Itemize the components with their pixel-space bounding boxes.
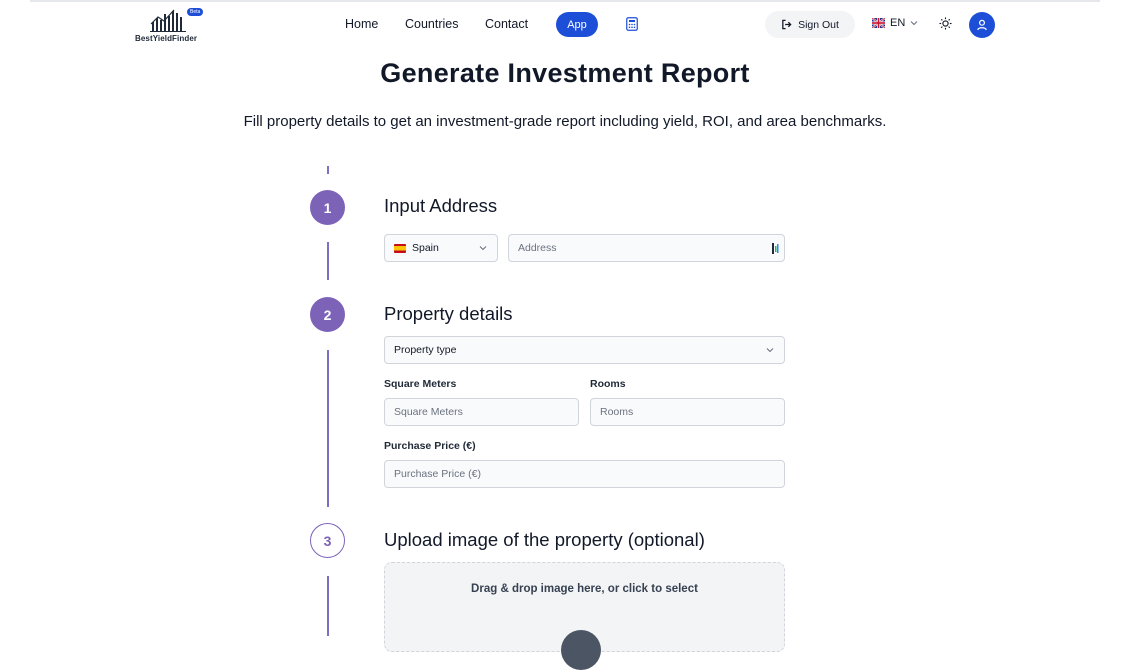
rooms-label: Rooms <box>590 378 626 390</box>
uk-flag-icon <box>872 18 885 28</box>
logo[interactable]: Beta BestYieldFinder <box>135 8 215 44</box>
chevron-down-icon <box>910 21 918 26</box>
sign-out-button[interactable]: Sign Out <box>765 11 855 38</box>
nav-contact[interactable]: Contact <box>485 17 528 31</box>
sun-icon[interactable] <box>939 17 952 35</box>
square-meters-label: Square Meters <box>384 378 457 390</box>
step-3-title: Upload image of the property (optional) <box>384 529 705 550</box>
image-dropzone[interactable]: Drag & drop image here, or click to sele… <box>384 562 785 670</box>
calculator-icon[interactable] <box>626 17 638 36</box>
step-2-title: Property details <box>384 303 513 324</box>
rooms-placeholder: Rooms <box>600 406 634 418</box>
purchase-price-input[interactable]: Purchase Price (€) <box>384 460 785 488</box>
square-meters-input[interactable]: Square Meters <box>384 398 579 426</box>
step-1-title: Input Address <box>384 195 498 216</box>
language-selector[interactable]: EN <box>872 17 918 29</box>
page-title: Generate Investment Report <box>380 58 750 88</box>
stepper-line <box>327 350 329 507</box>
user-icon <box>977 19 987 31</box>
logo-text: BestYieldFinder <box>135 34 198 43</box>
top-border <box>30 0 1100 2</box>
step-3-indicator: 3 <box>310 523 345 558</box>
nav-home[interactable]: Home <box>345 17 378 31</box>
language-code: EN <box>890 17 906 29</box>
property-type-select[interactable]: Property type <box>384 336 785 364</box>
spain-flag-icon <box>394 243 406 253</box>
sign-out-label: Sign Out <box>798 18 839 31</box>
stepper-line <box>327 576 329 636</box>
country-select[interactable]: Spain <box>384 234 498 262</box>
upload-icon <box>561 630 601 670</box>
page-subtitle: Fill property details to get an investme… <box>243 113 887 130</box>
avatar[interactable] <box>969 12 995 38</box>
nav-countries[interactable]: Countries <box>405 17 459 31</box>
rooms-input[interactable]: Rooms <box>590 398 785 426</box>
purchase-price-placeholder: Purchase Price (€) <box>394 468 481 480</box>
nav-app-button[interactable]: App <box>556 12 598 37</box>
sign-out-icon <box>782 19 792 30</box>
stepper-line <box>327 242 329 280</box>
purchase-price-label: Purchase Price (€) <box>384 440 476 452</box>
square-meters-placeholder: Square Meters <box>394 406 463 418</box>
address-input[interactable]: Address <box>508 234 785 262</box>
chevron-down-icon <box>766 348 774 353</box>
property-type-value: Property type <box>394 344 457 356</box>
country-select-value: Spain <box>412 242 439 254</box>
step-1-indicator: 1 <box>310 190 345 225</box>
dropzone-text: Drag & drop image here, or click to sele… <box>471 583 698 595</box>
chevron-down-icon <box>479 246 487 251</box>
stepper-line <box>327 166 329 174</box>
beta-badge: Beta <box>187 8 204 16</box>
autocomplete-icon <box>772 243 779 254</box>
address-placeholder: Address <box>518 242 557 254</box>
step-2-indicator: 2 <box>310 297 345 332</box>
logo-chart-icon <box>150 9 186 32</box>
